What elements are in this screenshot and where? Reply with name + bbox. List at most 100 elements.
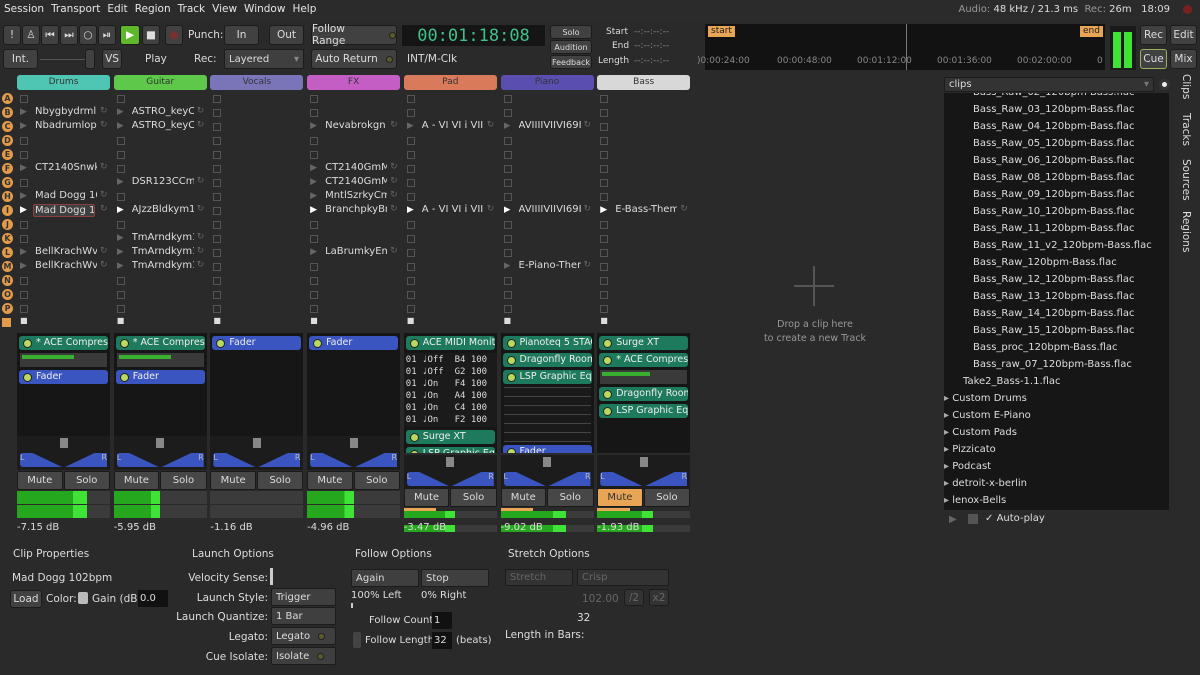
metronome-icon[interactable]: ♙ [22, 25, 40, 45]
peak-db[interactable]: -3.47 dB [404, 522, 446, 533]
solo-button[interactable]: Solo [450, 488, 497, 507]
clip-slot[interactable] [116, 302, 207, 316]
end-marker[interactable]: end [1080, 26, 1103, 37]
clip-slot[interactable]: ▶ AVIIIIVIIVI69I ↻ [504, 120, 594, 134]
stretch-toggle[interactable]: Stretch [505, 569, 573, 586]
clip-slot[interactable] [310, 134, 400, 148]
follow-length-toggle[interactable] [353, 632, 361, 648]
range-end-clock[interactable]: --:--:--:-- [634, 41, 669, 51]
sidebar-tab-sources[interactable]: Sources [1180, 159, 1192, 201]
clip-slot[interactable] [406, 232, 497, 246]
processor-surge-xt[interactable]: Surge XT [405, 430, 495, 444]
clip-slot[interactable] [213, 148, 303, 162]
play-clip-icon[interactable]: ▶ [310, 191, 317, 201]
clip-slot[interactable] [213, 190, 303, 204]
clip-slot[interactable] [213, 302, 303, 316]
cue-isolate-toggle[interactable]: Isolate [271, 647, 336, 665]
play-clip-icon[interactable]: ▶ [310, 205, 317, 215]
punch-in-button[interactable]: In [224, 25, 259, 45]
scene-e-button[interactable]: E [2, 149, 13, 160]
play-clip-icon[interactable]: ▶ [20, 107, 27, 117]
launch-style-select[interactable]: Trigger [271, 588, 336, 606]
clip-slot[interactable] [406, 302, 497, 316]
solo-monitor-button[interactable]: Solo [550, 25, 592, 39]
track-name-fx[interactable]: FX [307, 75, 401, 90]
clip-slot[interactable]: ▶ BranchpkyBr ↻ [310, 204, 400, 218]
mute-button[interactable]: Mute [597, 488, 643, 507]
peak-db[interactable]: -5.95 dB [114, 522, 156, 533]
play-clip-icon[interactable]: ▶ [20, 247, 27, 257]
play-clip-icon[interactable]: ▶ [117, 177, 124, 187]
gain-input[interactable]: 0.0 [138, 590, 168, 607]
processor-fader[interactable]: Fader [19, 370, 108, 384]
mute-button[interactable]: Mute [210, 471, 256, 490]
processor-fader[interactable]: Fader [502, 445, 592, 453]
start-marker[interactable]: start [708, 26, 735, 37]
folder-item[interactable]: ▸ Custom Pads [944, 424, 1169, 441]
clip-slot[interactable] [310, 106, 400, 120]
play-icon[interactable]: ▶ [120, 25, 140, 45]
peak-db[interactable]: -1.16 dB [210, 522, 252, 533]
expand-arrow-icon[interactable]: ▸ [944, 427, 952, 438]
follow-range-button[interactable]: Follow Range [311, 23, 397, 47]
scene-i-button[interactable]: I [2, 205, 13, 216]
processor-lsp-graphic-equalizer[interactable]: LSP Graphic Equalizer [405, 447, 495, 453]
clip-slot[interactable] [406, 260, 497, 274]
peak-db[interactable]: -7.15 dB [17, 522, 59, 533]
clip-slot[interactable] [503, 190, 594, 204]
solo-button[interactable]: Solo [353, 471, 401, 490]
clip-slot[interactable] [20, 232, 110, 246]
clip-file[interactable]: Bass_Raw_03_120bpm-Bass.flac [944, 101, 1169, 118]
stop-track-button[interactable]: ■ [600, 316, 608, 325]
stop-track-button[interactable]: ■ [20, 316, 28, 325]
clip-slot[interactable] [20, 134, 110, 148]
peak-db[interactable]: -4.96 dB [307, 522, 349, 533]
clip-slot[interactable] [600, 302, 690, 316]
clip-file[interactable]: Bass_Raw_12_120bpm-Bass.flac [944, 271, 1169, 288]
clip-slot[interactable] [310, 218, 400, 232]
stereo-panner[interactable]: LR [113, 436, 207, 470]
play-clip-icon[interactable]: ▶ [310, 121, 317, 131]
pan-handle[interactable] [349, 438, 358, 448]
clip-slot[interactable] [503, 232, 594, 246]
clip-slot[interactable] [213, 92, 303, 106]
scene-f-button[interactable]: F [2, 163, 13, 174]
clip-slot[interactable]: ▶ Mad Dogg 102bpm↻ [20, 190, 110, 204]
folder-item[interactable]: ▸ detroit-x-berlin [944, 475, 1169, 492]
play-preview-icon[interactable]: ▶ [949, 514, 957, 525]
clip-slot[interactable] [503, 288, 594, 302]
play-clip-icon[interactable]: ▶ [117, 233, 124, 243]
clip-file[interactable]: Bass_Raw_10_120bpm-Bass.flac [944, 203, 1169, 220]
clip-slot[interactable]: ▶ BellKrachWv ↻ [20, 246, 110, 260]
play-clip-icon[interactable]: ▶ [117, 247, 124, 257]
clip-slot[interactable] [213, 218, 303, 232]
mix-page-button[interactable]: Mix [1170, 49, 1197, 69]
play-clip-icon[interactable]: ▶ [407, 121, 414, 131]
clip-slot[interactable] [600, 246, 690, 260]
scene-m-button[interactable]: M [2, 261, 13, 272]
pan-handle[interactable] [252, 438, 261, 448]
clip-slot[interactable] [600, 134, 690, 148]
clip-slot[interactable] [503, 176, 594, 190]
processor-box[interactable]: Pianoteq 5 STAGE Dragonfly Room LSP Graphi… [500, 333, 594, 453]
varispeed-button[interactable]: VS [102, 49, 122, 69]
launch-quantize-select[interactable]: 1 Bar [271, 607, 336, 625]
stretch-mode-select[interactable]: Crisp [577, 569, 669, 586]
stop-icon[interactable]: ■ [142, 25, 160, 45]
clip-slot[interactable] [213, 204, 303, 218]
clip-slot[interactable] [310, 288, 400, 302]
expand-arrow-icon[interactable]: ▸ [944, 478, 952, 489]
clip-slot[interactable] [213, 288, 303, 302]
folder-item[interactable]: ▸ Custom Drums [944, 390, 1169, 407]
processor-box[interactable]: Fader [307, 333, 401, 436]
clip-slot[interactable] [310, 232, 400, 246]
play-clip-icon[interactable]: ▶ [600, 205, 607, 215]
rec-page-button[interactable]: Rec [1140, 25, 1167, 45]
mini-timeline[interactable]: start end )0:00:24:00 00:00:48:00 00:01:12… [697, 24, 1105, 70]
stereo-panner[interactable]: LR [403, 455, 497, 489]
clip-slot[interactable]: ▶ BellKrachWv ↻ [20, 260, 110, 274]
clip-name[interactable]: Mad Dogg 102bpm [12, 572, 112, 584]
menu-transport[interactable]: Transport [47, 0, 103, 15]
edit-page-button[interactable]: Edit [1170, 25, 1197, 45]
clip-slot[interactable] [600, 148, 690, 162]
